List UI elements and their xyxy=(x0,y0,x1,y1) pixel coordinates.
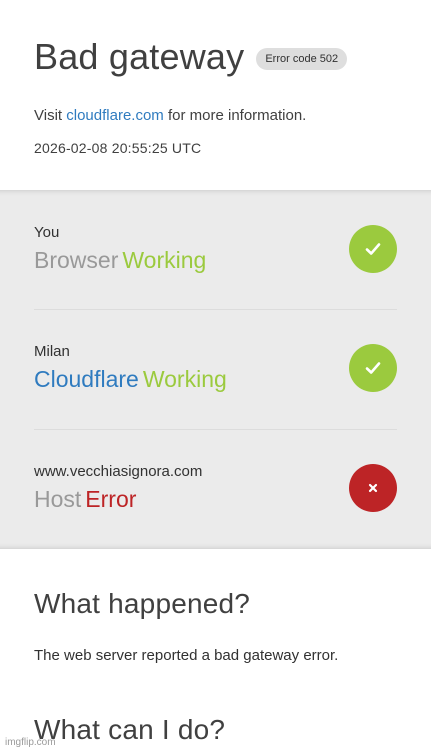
timestamp: 2026-02-08 20:55:25 UTC xyxy=(34,140,202,156)
status-location: www.vecchiasignora.com xyxy=(34,463,203,480)
title-row: Bad gateway Error code 502 xyxy=(34,34,348,80)
status-item-host: www.vecchiasignora.com Host Error xyxy=(34,429,397,549)
visit-suffix: for more information. xyxy=(167,107,307,124)
visit-line: Visit cloudflare.com for more informatio… xyxy=(34,106,306,126)
close-icon xyxy=(349,464,397,512)
what-happened-heading: What happened? xyxy=(34,588,251,619)
status-state: Working xyxy=(142,366,227,392)
visit-prefix: Visit xyxy=(34,107,63,124)
page-title: Bad gateway xyxy=(34,36,245,77)
error-header: Bad gateway Error code 502 Visit cloudfl… xyxy=(0,0,431,190)
status-role-line: Host Error xyxy=(34,484,136,514)
what-happened-text: The web server reported a bad gateway er… xyxy=(34,647,339,664)
status-role: Browser xyxy=(34,247,119,273)
error-code-badge: Error code 502 xyxy=(256,48,348,70)
status-location: You xyxy=(34,224,60,241)
status-item-browser: You Browser Working xyxy=(34,190,397,309)
status-role-line: Cloudflare Working xyxy=(34,364,227,394)
status-state: Working xyxy=(122,247,207,273)
status-role: Host xyxy=(34,486,82,512)
status-location: Milan xyxy=(34,343,70,360)
status-role-line: Browser Working xyxy=(34,245,206,275)
check-icon xyxy=(349,225,397,273)
imgflip-watermark: imgflip.com xyxy=(5,737,56,748)
status-state: Error xyxy=(85,486,137,512)
check-icon xyxy=(349,344,397,392)
status-panel: You Browser Working Milan Cloudflare Worki… xyxy=(0,190,431,549)
status-role: Cloudflare xyxy=(34,366,139,392)
cloudflare-link[interactable]: cloudflare.com xyxy=(66,107,164,124)
status-item-cloudflare: Milan Cloudflare Working xyxy=(34,309,397,429)
what-can-i-do-heading: What can I do? xyxy=(34,714,226,745)
